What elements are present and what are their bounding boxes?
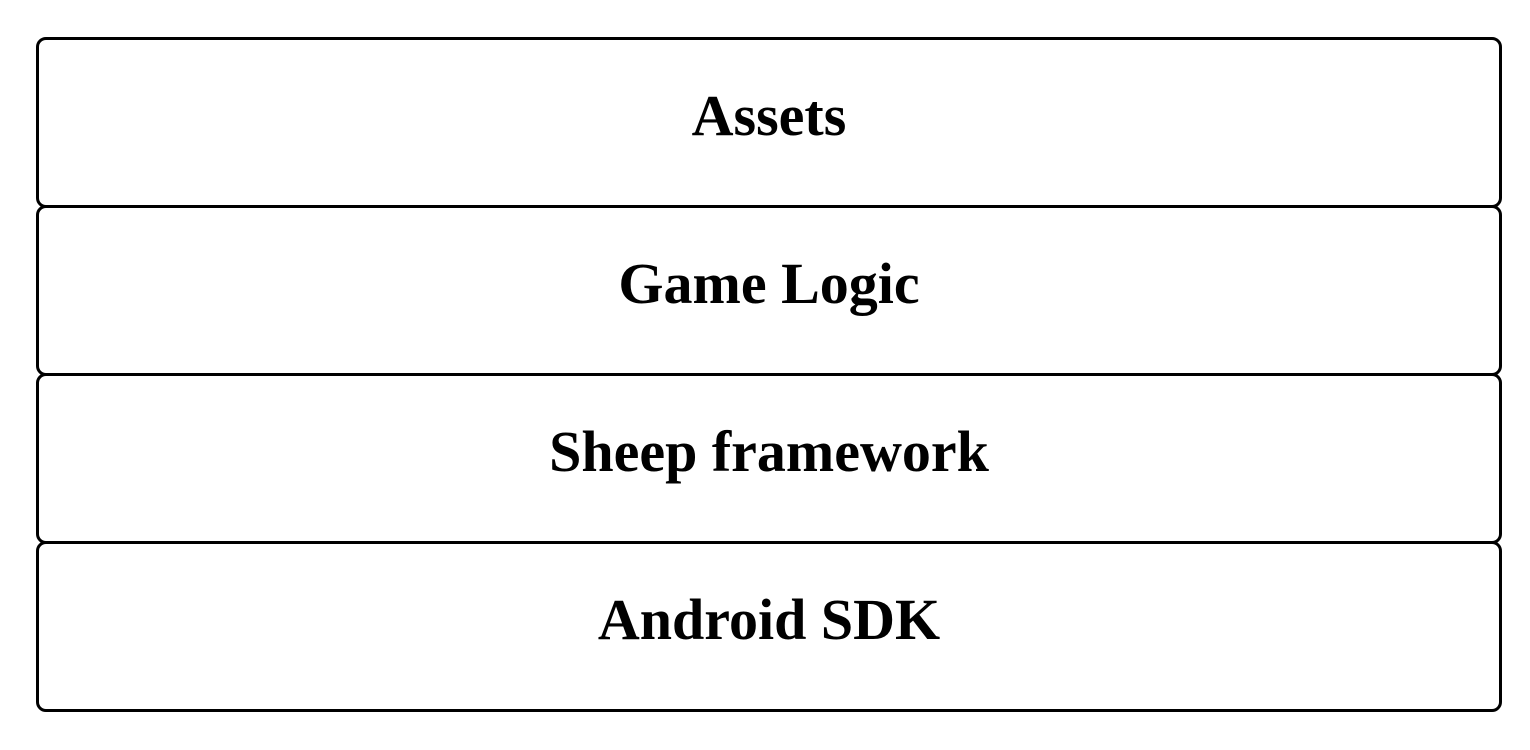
layer-sheep-framework: Sheep framework <box>36 373 1502 544</box>
layer-assets-label: Assets <box>691 82 847 148</box>
layer-android-sdk: Android SDK <box>36 541 1502 712</box>
layer-assets: Assets <box>36 37 1502 208</box>
layer-game-logic-label: Game Logic <box>618 250 920 316</box>
layer-game-logic: Game Logic <box>36 205 1502 376</box>
layer-android-sdk-label: Android SDK <box>597 586 941 652</box>
layer-sheep-framework-label: Sheep framework <box>549 418 989 484</box>
layer-stack: Assets Game Logic Sheep framework Androi… <box>36 37 1502 712</box>
